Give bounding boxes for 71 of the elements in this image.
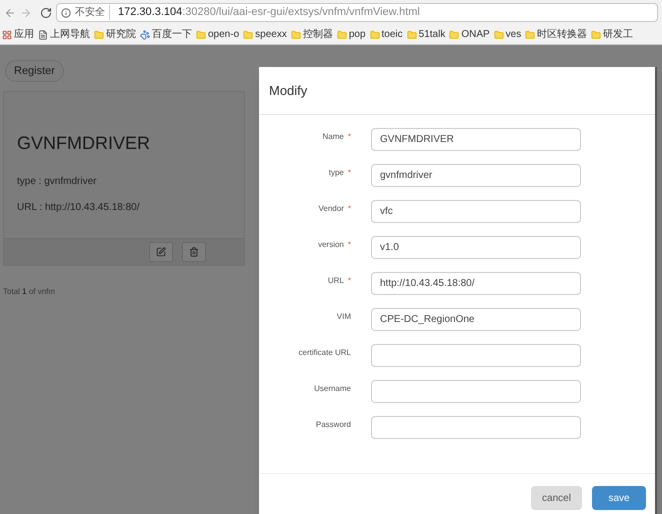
forward-icon[interactable] <box>20 6 32 18</box>
security-label: 不安全 <box>75 5 110 20</box>
edit-icon <box>156 247 166 258</box>
folder-icon <box>494 30 504 40</box>
field-label: Password <box>316 419 351 431</box>
bookmark[interactable]: open-o <box>208 27 240 42</box>
bookmark[interactable]: 上网导航 <box>50 27 90 42</box>
field-label: type <box>328 167 344 179</box>
url-host: 172.30.3.104 <box>118 5 182 20</box>
required-marker: * <box>348 131 351 143</box>
bookmark[interactable]: 百度一下 <box>152 27 192 42</box>
text-field[interactable]: v1.0 <box>371 236 581 259</box>
card-detail: type : gvnfmdriver <box>17 175 98 190</box>
register-button[interactable]: Register <box>5 60 64 82</box>
folder-icon <box>525 30 536 40</box>
delete-button[interactable] <box>182 242 206 262</box>
field-label: certificate URL <box>298 347 351 359</box>
folder-icon <box>370 30 380 40</box>
paw-icon <box>140 30 150 40</box>
bookmark[interactable]: 时区转换器 <box>537 27 588 42</box>
field-label: Name <box>322 131 344 143</box>
bookmark[interactable]: 研发工 <box>603 27 634 42</box>
text-field[interactable]: GVNFMDRIVER <box>371 128 581 151</box>
dialog-title: Modify <box>269 82 308 100</box>
url-path: :30280/lui/aai-esr-gui/extsys/vnfm/vnfmView.html <box>182 5 420 20</box>
required-marker: * <box>348 239 351 251</box>
reload-icon[interactable] <box>40 6 52 18</box>
total-count: Total 1 of vnfm <box>3 286 56 298</box>
text-field[interactable] <box>371 416 581 439</box>
cancel-button[interactable]: cancel <box>531 486 582 510</box>
card-detail: URL : http://10.43.45.18:80/ <box>17 201 140 216</box>
text-field[interactable]: http://10.43.45.18:80/ <box>371 272 581 295</box>
bookmark[interactable]: 51talk <box>418 27 446 42</box>
field-label: VIM <box>336 311 351 323</box>
card-title: GVNFMDRIVER <box>17 132 152 156</box>
bookmark[interactable]: pop <box>348 27 366 42</box>
folder-icon <box>336 30 347 40</box>
apps-icon <box>2 30 12 40</box>
bookmark[interactable]: 应用 <box>14 27 34 42</box>
text-field[interactable] <box>371 380 581 403</box>
folder-icon <box>591 30 602 40</box>
folder-icon <box>290 30 301 40</box>
required-marker: * <box>348 203 351 215</box>
folder-icon <box>449 30 460 40</box>
bookmark[interactable]: speexx <box>255 27 287 42</box>
bookmark[interactable]: toeic <box>382 27 403 42</box>
text-field[interactable]: vfc <box>371 200 581 223</box>
save-button[interactable]: save <box>592 486 646 510</box>
edit-button[interactable] <box>149 242 173 262</box>
address-bar[interactable]: 不安全 172.30.3.104:30280/lui/aai-esr-gui/extsys/vnfm/vnfmView.html <box>56 3 658 22</box>
required-marker: * <box>348 167 351 179</box>
info-icon <box>61 8 71 18</box>
field-label: version <box>318 239 344 251</box>
bookmark[interactable]: 控制器 <box>302 27 333 42</box>
field-label: Username <box>314 383 351 395</box>
bookmark[interactable]: 研究院 <box>106 27 136 42</box>
folder-icon <box>243 30 254 40</box>
text-field[interactable]: CPE-DC_RegionOne <box>371 308 581 331</box>
text-field[interactable]: gvnfmdriver <box>371 164 581 187</box>
text-field[interactable] <box>371 344 581 367</box>
folder-icon <box>406 30 417 40</box>
field-label: Vendor <box>318 203 344 215</box>
back-icon[interactable] <box>4 6 16 18</box>
folder-icon <box>94 30 104 40</box>
folder-icon <box>196 30 206 40</box>
required-marker: * <box>348 275 351 287</box>
bookmark[interactable]: ONAP <box>461 27 490 42</box>
field-label: URL <box>328 275 344 287</box>
trash-icon <box>189 247 199 258</box>
page-icon <box>38 30 48 40</box>
bookmark[interactable]: ves <box>506 27 522 42</box>
